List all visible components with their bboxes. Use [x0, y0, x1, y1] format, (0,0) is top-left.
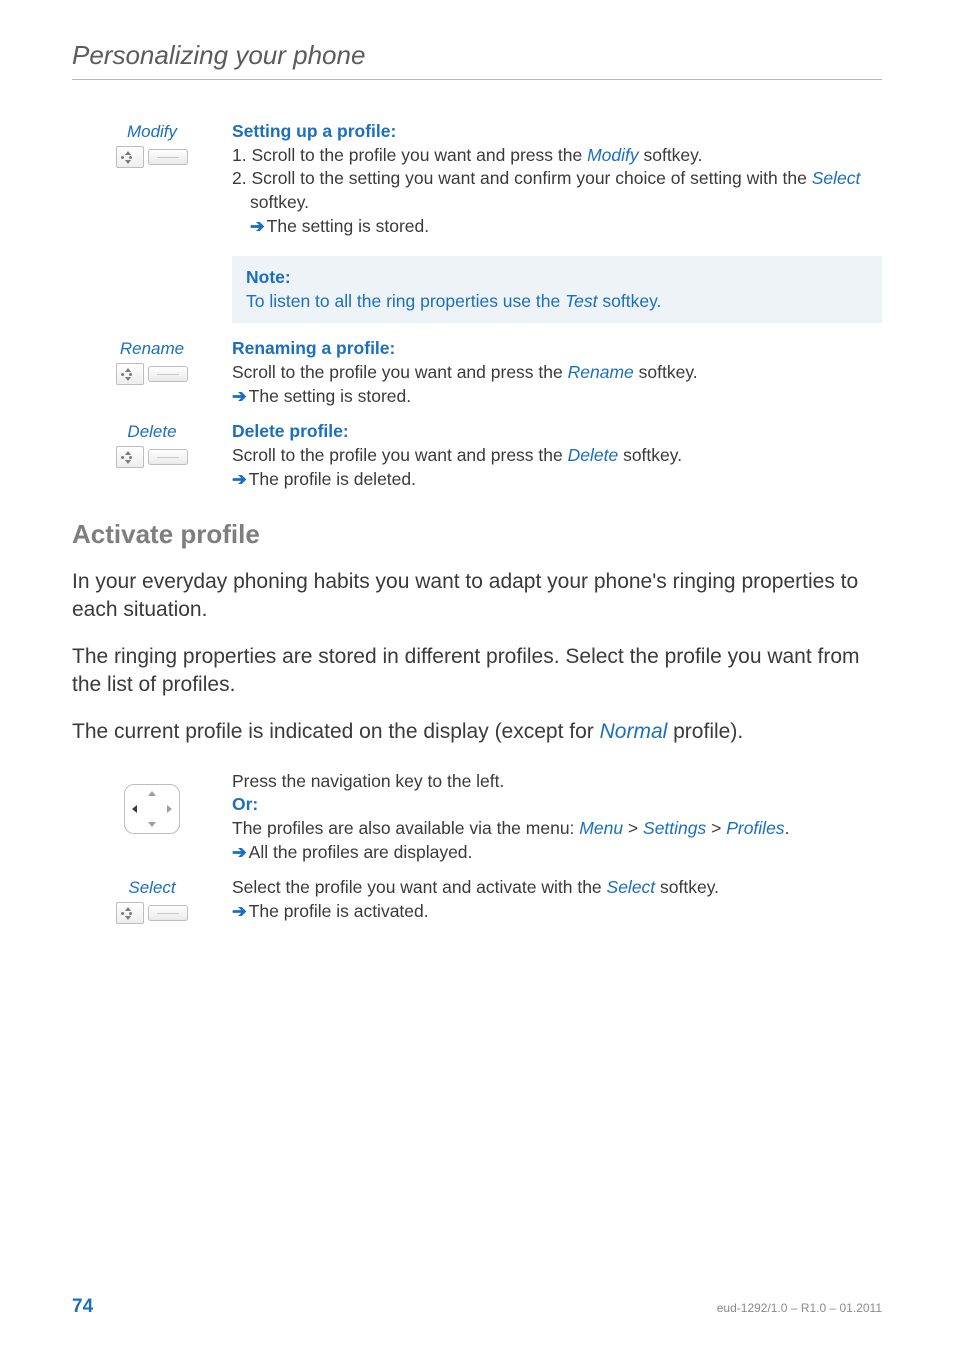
modify-step-2: 2. Scroll to the setting you want and co… [232, 167, 882, 238]
delete-result: ➔The profile is deleted. [232, 468, 882, 492]
heading-delete-profile: Delete profile: [232, 420, 882, 444]
menu-ref: Menu [579, 818, 623, 838]
key-art-select [116, 902, 188, 924]
text: softkey. [634, 362, 698, 382]
nav-key-icon [116, 363, 144, 385]
arrow-icon: ➔ [232, 901, 247, 921]
text: Select the profile you want and activate… [232, 877, 607, 897]
text: The setting is stored. [249, 386, 411, 406]
label-col-modify: Modify [72, 120, 232, 238]
softkey-label-select: Select [72, 878, 232, 898]
nav-key-icon [116, 902, 144, 924]
text: Scroll to the profile you want and press… [232, 362, 568, 382]
text: 2. Scroll to the setting you want and co… [232, 168, 812, 188]
arrow-icon: ➔ [232, 842, 247, 862]
text: Scroll to the profile you want and press… [232, 445, 568, 465]
text: softkey. [250, 192, 309, 212]
text: > [623, 818, 643, 838]
section-heading-activate-profile: Activate profile [72, 519, 882, 550]
text: softkey. [655, 877, 719, 897]
softkey-icon [148, 905, 188, 921]
softkey-ref: Rename [568, 362, 634, 382]
text: softkey. [598, 291, 662, 311]
profile-ref: Normal [600, 720, 668, 743]
modify-step-1: 1. Scroll to the profile you want and pr… [232, 144, 882, 168]
softkey-label-modify: Modify [72, 122, 232, 142]
label-col-delete: Delete [72, 420, 232, 491]
paragraph-1: In your everyday phoning habits you want… [72, 568, 882, 625]
text: The current profile is indicated on the … [72, 720, 600, 743]
running-header: Personalizing your phone [72, 40, 882, 80]
note-spacer [72, 250, 232, 337]
menu-ref: Profiles [726, 818, 784, 838]
content-rename: Renaming a profile: Scroll to the profil… [232, 337, 882, 408]
content-delete: Delete profile: Scroll to the profile yo… [232, 420, 882, 491]
note-title: Note: [246, 266, 868, 290]
content-navkey: Press the navigation key to the left. Or… [232, 770, 882, 865]
note-row: Note: To listen to all the ring properti… [72, 250, 882, 337]
text: To listen to all the ring properties use… [246, 291, 565, 311]
nav-key-icon [116, 446, 144, 468]
navigation-key-icon [124, 784, 180, 834]
label-col-rename: Rename [72, 337, 232, 408]
rename-line: Scroll to the profile you want and press… [232, 361, 882, 385]
text: The profile is deleted. [249, 469, 416, 489]
text: . [785, 818, 790, 838]
row-delete: Delete Delete profile: Scroll to the pro… [72, 420, 882, 491]
doc-id: eud-1292/1.0 – R1.0 – 01.2011 [717, 1301, 882, 1315]
text: The setting is stored. [267, 216, 429, 236]
menu-ref: Settings [643, 818, 706, 838]
row-rename: Rename Renaming a profile: Scroll to the… [72, 337, 882, 408]
row-select: Select Select the profile you want and a… [72, 876, 882, 929]
page-footer: 74 eud-1292/1.0 – R1.0 – 01.2011 [72, 1296, 882, 1318]
row-navkey: Press the navigation key to the left. Or… [72, 770, 882, 865]
label-col-navkey [72, 770, 232, 865]
softkey-icon [148, 366, 188, 382]
text: softkey. [618, 445, 682, 465]
arrow-icon: ➔ [232, 469, 247, 489]
select-result: ➔The profile is activated. [232, 900, 882, 924]
page-number: 74 [72, 1296, 93, 1318]
heading-setting-up-profile: Setting up a profile: [232, 120, 882, 144]
softkey-ref: Select [607, 877, 656, 897]
key-art-rename [116, 363, 188, 385]
heading-renaming-profile: Renaming a profile: [232, 337, 882, 361]
text: profile). [667, 720, 743, 743]
softkey-label-delete: Delete [72, 422, 232, 442]
text: 1. Scroll to the profile you want and pr… [232, 145, 587, 165]
arrow-icon: ➔ [250, 216, 265, 236]
nav-line-2: The profiles are also available via the … [232, 817, 882, 841]
note-body: To listen to all the ring properties use… [246, 290, 868, 314]
softkey-ref: Select [812, 168, 861, 188]
or-label: Or: [232, 793, 882, 817]
select-line: Select the profile you want and activate… [232, 876, 882, 900]
rename-result: ➔The setting is stored. [232, 385, 882, 409]
text: The profiles are also available via the … [232, 818, 579, 838]
delete-line: Scroll to the profile you want and press… [232, 444, 882, 468]
row-modify: Modify Setting up a profile: 1. Scroll t… [72, 120, 882, 238]
text: > [706, 818, 726, 838]
arrow-icon: ➔ [232, 386, 247, 406]
paragraph-3: The current profile is indicated on the … [72, 718, 882, 746]
nav-result: ➔All the profiles are displayed. [232, 841, 882, 865]
key-art-delete [116, 446, 188, 468]
nav-key-icon [116, 146, 144, 168]
text: All the profiles are displayed. [249, 842, 473, 862]
text: The profile is activated. [249, 901, 429, 921]
modify-result: ➔The setting is stored. [250, 215, 882, 239]
softkey-ref: Modify [587, 145, 639, 165]
softkey-icon [148, 149, 188, 165]
note-box: Note: To listen to all the ring properti… [232, 256, 882, 323]
paragraph-2: The ringing properties are stored in dif… [72, 643, 882, 700]
label-col-select: Select [72, 876, 232, 929]
softkey-icon [148, 449, 188, 465]
nav-line-1: Press the navigation key to the left. [232, 770, 882, 794]
key-art-modify [116, 146, 188, 168]
content-modify: Setting up a profile: 1. Scroll to the p… [232, 120, 882, 238]
softkey-ref: Delete [568, 445, 619, 465]
softkey-label-rename: Rename [72, 339, 232, 359]
content-select: Select the profile you want and activate… [232, 876, 882, 929]
softkey-ref: Test [565, 291, 597, 311]
text: softkey. [639, 145, 703, 165]
